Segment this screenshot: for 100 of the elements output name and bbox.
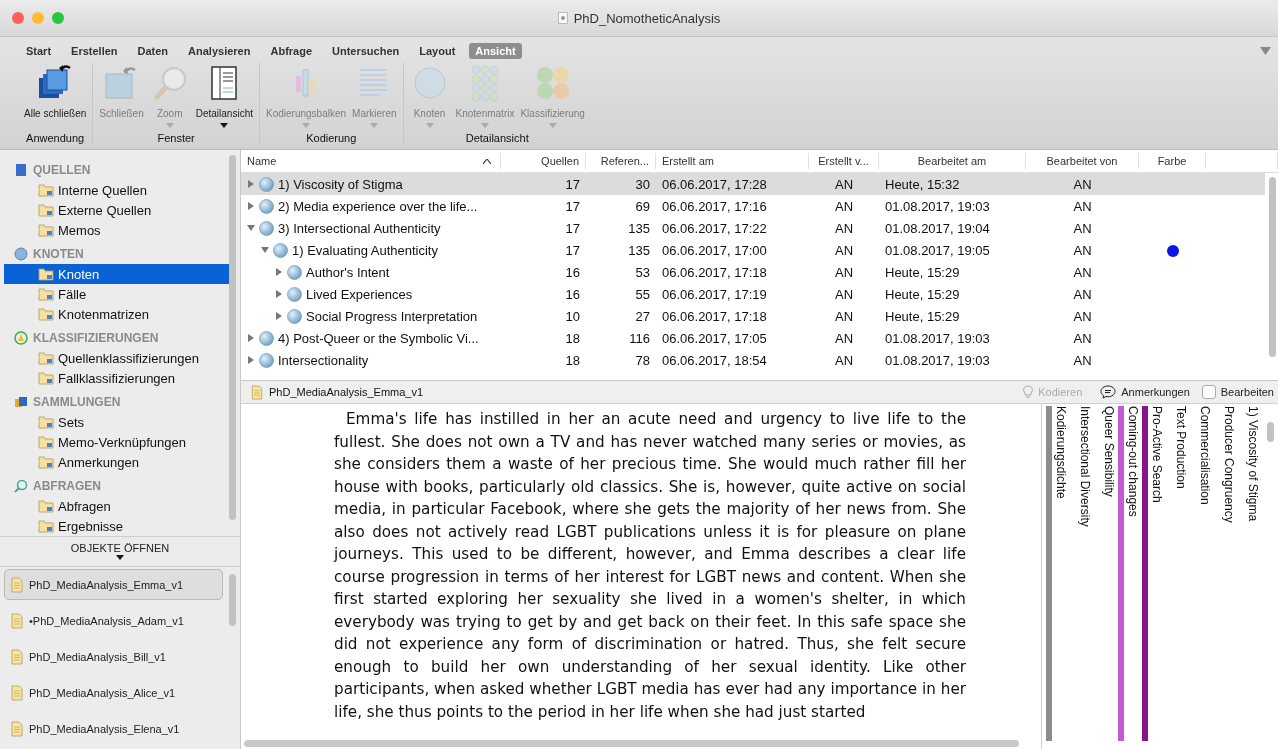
- collapsed-triangle-icon[interactable]: [275, 290, 283, 298]
- table-cell-text: Heute, 15:29: [884, 286, 961, 302]
- node-name: 3) Intersectional Authenticity: [278, 220, 441, 236]
- scrollbar-thumb[interactable]: [229, 574, 236, 626]
- sort-caret-icon[interactable]: [483, 159, 491, 164]
- table-cell-text: 17: [564, 198, 581, 214]
- annotations-button[interactable]: Anmerkungen: [1094, 385, 1196, 399]
- column-header[interactable]: Bearbeitet von: [1026, 153, 1139, 169]
- stripe-label[interactable]: Pro-Active Search: [1149, 406, 1164, 503]
- edit-checkbox[interactable]: Bearbeiten: [1201, 385, 1274, 399]
- table-cell-text: 135: [627, 220, 651, 236]
- table-cell-text: AN: [1072, 308, 1093, 324]
- ribbon-button[interactable]: Detailansicht: [193, 63, 255, 129]
- scrollbar-thumb[interactable]: [1267, 422, 1274, 442]
- open-object-item[interactable]: PhD_MediaAnalysis_Bill_v1: [4, 641, 223, 672]
- collapsed-triangle-icon[interactable]: [275, 312, 283, 320]
- sidebar-item[interactable]: Ergebnisse: [4, 516, 229, 536]
- scrollbar-thumb[interactable]: [1269, 177, 1276, 357]
- stripe-label[interactable]: Producer Congruency: [1221, 406, 1236, 523]
- stripe-label[interactable]: Commercialisation: [1197, 406, 1212, 505]
- open-object-item[interactable]: PhD_MediaAnalysis_Emma_v1: [4, 569, 223, 600]
- folder-icon: [38, 519, 54, 533]
- ribbon-tab[interactable]: Untersuchen: [326, 43, 406, 59]
- column-header[interactable]: Farbe: [1139, 153, 1206, 169]
- sidebar-item[interactable]: Externe Quellen: [4, 200, 229, 220]
- column-header[interactable]: Quellen: [501, 153, 586, 169]
- ribbon-tab[interactable]: Abfrage: [264, 43, 319, 59]
- column-header[interactable]: Name: [241, 153, 501, 169]
- folder-icon: [38, 499, 54, 513]
- column-header[interactable]: Erstellt v...: [809, 153, 879, 169]
- table-row[interactable]: Social Progress Interpretation 10 27 06.06.2017, 17:18 AN Heute, 15:29 AN: [241, 305, 1265, 327]
- stripe-label[interactable]: Coming-out changes: [1125, 406, 1140, 517]
- ribbon-tab[interactable]: Start: [20, 43, 58, 59]
- sidebar-item[interactable]: Anmerkungen: [4, 452, 229, 472]
- sidebar-item[interactable]: Memos: [4, 220, 229, 240]
- folder-icon: [38, 287, 54, 301]
- table-cell-text: 01.08.2017, 19:03: [884, 330, 991, 346]
- collapsed-triangle-icon[interactable]: [247, 356, 255, 364]
- table-row[interactable]: Lived Experiences 16 55 06.06.2017, 17:19 AN Heute, 15:29 AN: [241, 283, 1265, 305]
- table-cell-text: 53: [634, 264, 651, 280]
- node-name: Lived Experiences: [306, 286, 413, 302]
- table-cell-text: AN: [1072, 198, 1093, 214]
- ribbon-group-label: Anwendung: [26, 132, 85, 144]
- sidebar-item[interactable]: Abfragen: [4, 496, 229, 516]
- collapsed-triangle-icon[interactable]: [275, 268, 283, 276]
- node-sphere-icon: [259, 220, 274, 236]
- close-button[interactable]: [12, 12, 24, 24]
- table-cell-text: 06.06.2017, 17:16: [661, 198, 768, 214]
- ribbon-tab[interactable]: Analysieren: [182, 43, 257, 59]
- table-row[interactable]: 3) Intersectional Authenticity 17 135 06.06.2017, 17:22 AN 01.08.2017, 19:04 AN: [241, 217, 1265, 239]
- sidebar-item[interactable]: Fallklassifizierungen: [4, 368, 229, 388]
- scrollbar-thumb[interactable]: [244, 740, 1019, 747]
- ribbon-tab[interactable]: Layout: [413, 43, 462, 59]
- table-cell-text: 06.06.2017, 17:28: [661, 176, 768, 192]
- caret-icon[interactable]: [116, 555, 124, 561]
- stripe-label[interactable]: Kodierungsdichte: [1053, 406, 1068, 499]
- stripe-label[interactable]: 1) Viscosity of Stigma: [1245, 406, 1260, 522]
- stripe-label[interactable]: Queer Sensibility: [1101, 406, 1116, 497]
- ribbon-tab[interactable]: Erstellen: [65, 43, 124, 59]
- node-name: 4) Post-Queer or the Symbolic Vi...: [278, 330, 479, 346]
- caret-icon: [481, 122, 489, 128]
- sidebar-item[interactable]: Memo-Verknüpfungen: [4, 432, 229, 452]
- folder-icon: [38, 371, 54, 385]
- node-name: 1) Viscosity of Stigma: [278, 176, 403, 192]
- table-row[interactable]: Intersectionality 18 78 06.06.2017, 18:54 AN 01.08.2017, 19:03 AN: [241, 349, 1265, 371]
- table-row[interactable]: 1) Evaluating Authenticity 17 135 06.06.2017, 17:00 AN 01.08.2017, 19:05 AN: [241, 239, 1265, 261]
- zoom-button[interactable]: [52, 12, 64, 24]
- table-cell-text: Heute, 15:29: [884, 264, 961, 280]
- sidebar-item[interactable]: Quellenklassifizierungen: [4, 348, 229, 368]
- sidebar-item[interactable]: Interne Quellen: [4, 180, 229, 200]
- stripe-label[interactable]: Intersectional Diversity: [1077, 406, 1092, 527]
- stripe-label[interactable]: Text Production: [1173, 406, 1188, 489]
- table-row[interactable]: Author's Intent 16 53 06.06.2017, 17:18 AN Heute, 15:29 AN: [241, 261, 1265, 283]
- sidebar-item[interactable]: Knoten: [4, 264, 229, 284]
- table-row[interactable]: 4) Post-Queer or the Symbolic Vi... 18 116 06.06.2017, 17:05 AN 01.08.2017, 19:03 AN: [241, 327, 1265, 349]
- column-header[interactable]: Bearbeitet am: [879, 153, 1026, 169]
- node-name: 1) Evaluating Authenticity: [292, 242, 438, 258]
- open-object-item[interactable]: PhD_MediaAnalysis_Elena_v1: [4, 713, 223, 744]
- scrollbar-thumb[interactable]: [229, 155, 236, 520]
- table-cell-text: 06.06.2017, 17:18: [661, 308, 768, 324]
- ribbon-tab[interactable]: Daten: [131, 43, 175, 59]
- column-header[interactable]: Referen...: [586, 153, 656, 169]
- open-object-item[interactable]: •PhD_MediaAnalysis_Adam_v1: [4, 605, 223, 636]
- node-sphere-icon: [287, 264, 302, 280]
- document-icon: [251, 384, 263, 400]
- table-row[interactable]: 1) Viscosity of Stigma 17 30 06.06.2017, 17:28 AN Heute, 15:32 AN: [241, 173, 1265, 195]
- open-object-item[interactable]: PhD_MediaAnalysis_Alice_v1: [4, 677, 223, 708]
- collapsed-triangle-icon[interactable]: [247, 202, 255, 210]
- sidebar-item[interactable]: Sets: [4, 412, 229, 432]
- expanded-triangle-icon[interactable]: [247, 224, 255, 232]
- collapsed-triangle-icon[interactable]: [247, 334, 255, 342]
- ribbon-button[interactable]: Alle schließen: [22, 63, 89, 129]
- sidebar-item[interactable]: Knotenmatrizen: [4, 304, 229, 324]
- table-cell-text: 17: [564, 242, 581, 258]
- table-row[interactable]: 2) Media experience over the life... 17 69 06.06.2017, 17:16 AN 01.08.2017, 19:03 AN: [241, 195, 1265, 217]
- sidebar-item[interactable]: Fälle: [4, 284, 229, 304]
- section-heading: ABFRAGEN: [33, 479, 101, 493]
- column-header[interactable]: Erstellt am: [656, 153, 809, 169]
- expanded-triangle-icon[interactable]: [261, 246, 269, 254]
- collapsed-triangle-icon[interactable]: [247, 180, 255, 188]
